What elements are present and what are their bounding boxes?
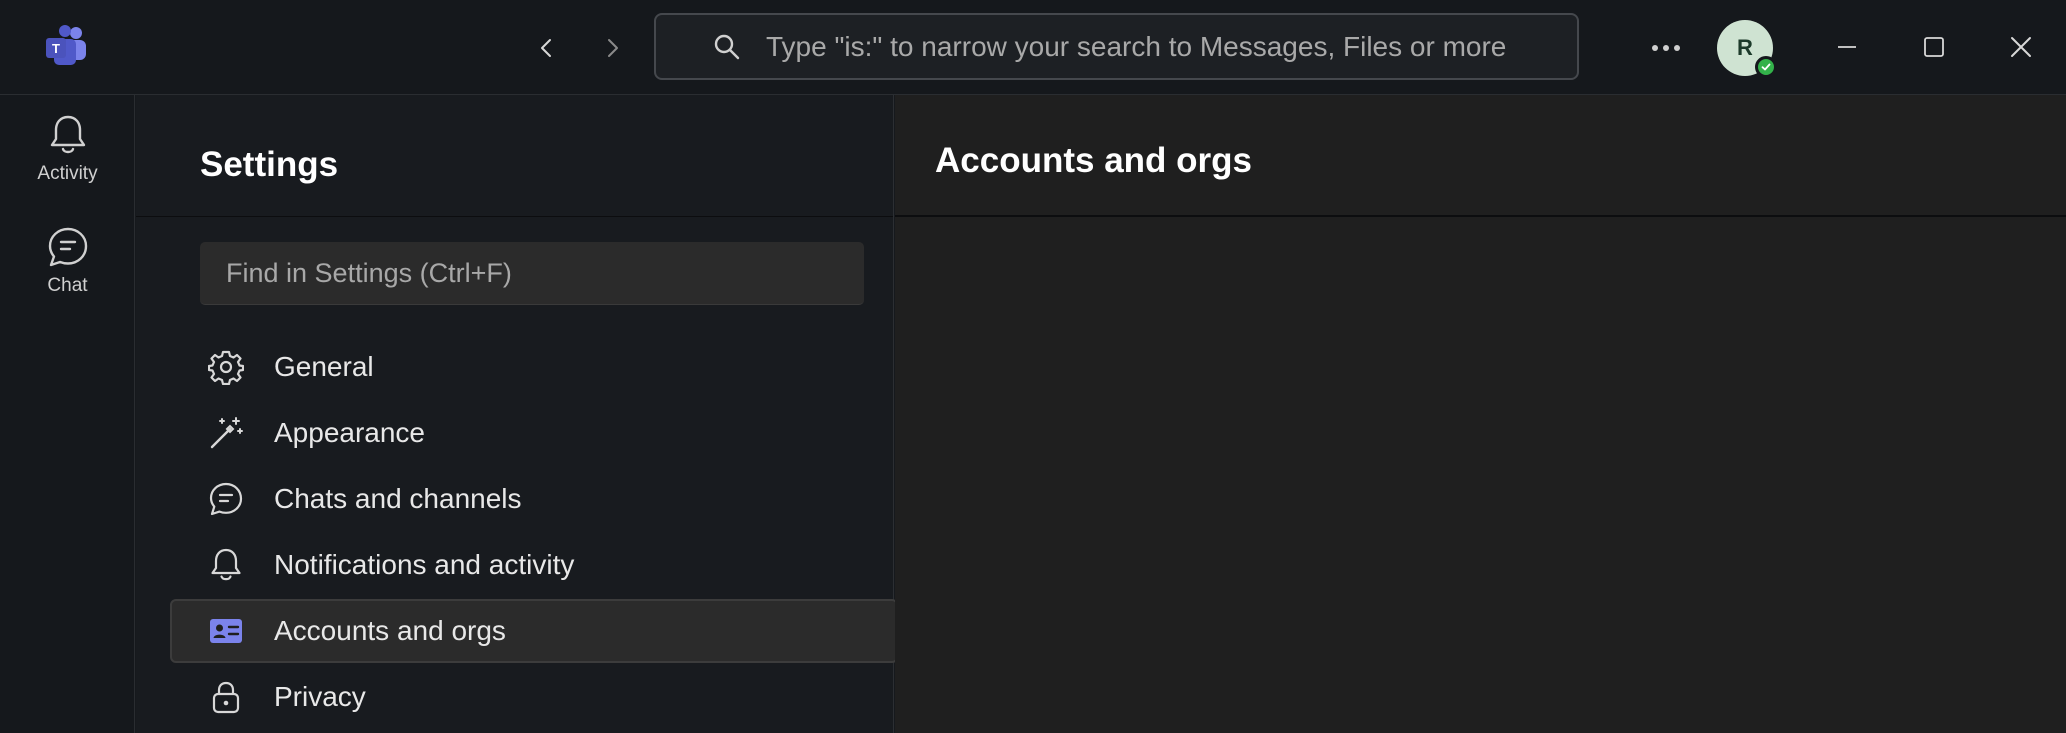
- forward-button[interactable]: [592, 28, 632, 68]
- lock-icon: [206, 677, 246, 717]
- search-icon: [710, 30, 744, 64]
- avatar-initial: R: [1737, 35, 1753, 60]
- rail-item-chat[interactable]: Chat: [0, 225, 135, 297]
- settings-item-appearance[interactable]: Appearance: [170, 401, 898, 465]
- settings-item-privacy[interactable]: Privacy: [170, 665, 898, 729]
- chat-icon: [48, 227, 87, 267]
- settings-header: Settings: [136, 95, 893, 217]
- search-box[interactable]: [654, 13, 1579, 80]
- presence-available-icon: [1755, 56, 1777, 78]
- close-icon: [2011, 37, 2031, 57]
- settings-item-label: Notifications and activity: [274, 549, 575, 580]
- app-bar: Activity Chat: [0, 95, 135, 733]
- contact-card-icon: [206, 611, 246, 651]
- search-input[interactable]: [766, 30, 1577, 63]
- more-options-button[interactable]: [1646, 28, 1686, 68]
- svg-text:T: T: [52, 41, 60, 56]
- find-in-settings-input[interactable]: [226, 257, 826, 289]
- content-header: Accounts and orgs: [895, 95, 2066, 217]
- bell-icon: [206, 545, 246, 585]
- settings-item-label: Accounts and orgs: [274, 615, 506, 646]
- settings-item-label: Appearance: [274, 417, 426, 448]
- avatar[interactable]: R: [1717, 20, 1777, 78]
- settings-item-general[interactable]: General: [170, 335, 898, 399]
- find-in-settings[interactable]: [200, 242, 864, 305]
- teams-logo-icon[interactable]: T: [44, 24, 88, 68]
- settings-item-notifications[interactable]: Notifications and activity: [170, 533, 898, 597]
- minimize-button[interactable]: [1822, 22, 1872, 72]
- bell-icon: [50, 115, 85, 154]
- chevron-right-icon: [608, 39, 618, 57]
- rail-item-activity[interactable]: Activity: [0, 113, 135, 185]
- settings-menu: General Appearance Chats and channels No…: [170, 335, 898, 731]
- magic-wand-icon: [206, 413, 246, 453]
- teams-window: T R: [0, 0, 2066, 733]
- maximize-button[interactable]: [1909, 22, 1959, 72]
- settings-item-label: Chats and channels: [274, 483, 522, 514]
- settings-title: Settings: [200, 145, 339, 184]
- gear-icon: [206, 347, 246, 387]
- settings-content: Accounts and orgs: [895, 95, 2066, 733]
- maximize-icon: [1924, 37, 1944, 57]
- settings-item-label: General: [274, 351, 374, 382]
- title-bar: T R: [0, 0, 2066, 95]
- chevron-left-icon: [541, 39, 551, 57]
- rail-item-label: Chat: [47, 275, 88, 296]
- ellipsis-icon: [1652, 45, 1680, 51]
- rail-item-label: Activity: [37, 163, 98, 184]
- back-button[interactable]: [527, 28, 567, 68]
- minimize-icon: [1838, 46, 1856, 48]
- settings-item-accounts-and-orgs[interactable]: Accounts and orgs: [170, 599, 898, 663]
- close-button[interactable]: [1996, 22, 2046, 72]
- settings-item-label: Privacy: [274, 681, 366, 712]
- settings-panel: Settings General Appearance: [136, 95, 898, 733]
- page-title: Accounts and orgs: [935, 141, 1252, 180]
- settings-item-chats-and-channels[interactable]: Chats and channels: [170, 467, 898, 531]
- chat-icon: [206, 479, 246, 519]
